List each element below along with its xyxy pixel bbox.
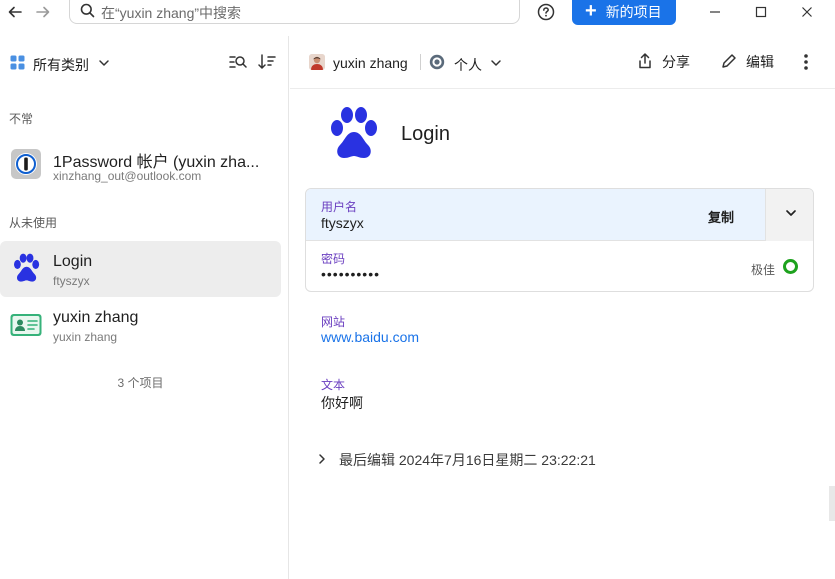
- credentials-box: 用户名 ftyszyx 复制 密码 •••••••••• 极佳: [305, 188, 814, 292]
- notes-value: 你好啊: [321, 395, 363, 411]
- username-row[interactable]: 用户名 ftyszyx 复制: [306, 189, 813, 241]
- password-strength-label: 极佳: [751, 263, 776, 277]
- vault-selector[interactable]: 个人: [454, 55, 482, 75]
- password-label: 密码: [321, 252, 346, 266]
- search-icon: [80, 3, 95, 23]
- pencil-icon: [721, 53, 737, 72]
- baidu-paw-icon: [330, 106, 378, 162]
- list-item-subtitle: yuxin zhang: [53, 330, 118, 344]
- avatar: [309, 54, 325, 70]
- chevron-down-icon[interactable]: [98, 56, 110, 74]
- item-detail-panel: yuxin zhang 个人 分享 编辑 Login 用户名 ftyszyx 复…: [290, 36, 835, 579]
- list-item-subtitle: xinzhang_out@outlook.com: [53, 169, 202, 183]
- password-row[interactable]: 密码 •••••••••• 极佳: [306, 241, 813, 291]
- list-item-subtitle: ftyszyx: [53, 274, 90, 288]
- app-window: 在“yuxin zhang”中搜索 + 新的项目 所有类别 不常 1Passwo…: [0, 0, 835, 579]
- owner-name[interactable]: yuxin zhang: [333, 55, 408, 71]
- username-value[interactable]: ftyszyx: [321, 215, 364, 231]
- edit-label: 编辑: [746, 54, 774, 70]
- vault-icon: [429, 54, 445, 75]
- new-item-button[interactable]: + 新的项目: [572, 0, 676, 25]
- help-icon[interactable]: [536, 2, 556, 22]
- filter-search-icon[interactable]: [229, 54, 247, 75]
- last-edited-text: 最后编辑 2024年7月16日星期二 23:22:21: [339, 452, 596, 468]
- chevron-down-icon[interactable]: [490, 56, 502, 74]
- list-item-title: yuxin zhang: [53, 309, 139, 326]
- scrollbar[interactable]: [829, 486, 835, 521]
- top-bar: 在“yuxin zhang”中搜索 + 新的项目: [0, 0, 835, 25]
- item-title: Login: [401, 123, 450, 145]
- list-item[interactable]: 1Password 帐户 (yuxin zha... xinzhang_out@…: [0, 136, 281, 192]
- username-expand-button[interactable]: [765, 189, 813, 241]
- grid-icon[interactable]: [10, 55, 25, 75]
- list-item[interactable]: yuxin zhang yuxin zhang: [0, 297, 281, 353]
- minimize-icon[interactable]: [704, 2, 726, 22]
- copy-button[interactable]: 复制: [708, 207, 734, 226]
- sort-icon[interactable]: [258, 54, 276, 75]
- sidebar: 所有类别 不常 1Password 帐户 (yuxin zha... xinzh…: [0, 36, 289, 579]
- notes-label: 文本: [321, 378, 346, 392]
- share-label: 分享: [662, 54, 690, 70]
- search-input[interactable]: 在“yuxin zhang”中搜索: [69, 0, 520, 24]
- new-item-label: 新的项目: [605, 4, 662, 20]
- edit-button[interactable]: 编辑: [721, 52, 774, 72]
- section-label-infrequent: 不常: [9, 112, 34, 126]
- sidebar-header: 所有类别: [0, 36, 289, 89]
- website-label: 网站: [321, 315, 346, 329]
- share-icon: [637, 52, 653, 72]
- 1password-icon: [10, 148, 42, 180]
- list-item[interactable]: Login ftyszyx: [0, 241, 281, 297]
- detail-header: yuxin zhang 个人 分享 编辑: [290, 36, 835, 89]
- maximize-icon[interactable]: [750, 2, 772, 22]
- more-options-icon[interactable]: [803, 53, 809, 76]
- plus-icon: +: [585, 0, 597, 22]
- identity-card-icon: [10, 309, 42, 341]
- baidu-paw-icon: [10, 253, 42, 285]
- chevron-right-icon: [317, 452, 327, 468]
- header-divider: [420, 54, 421, 70]
- password-value[interactable]: ••••••••••: [321, 266, 380, 282]
- website-link[interactable]: www.baidu.com: [321, 329, 419, 345]
- search-placeholder: 在“yuxin zhang”中搜索: [101, 4, 242, 21]
- strength-ring-icon: [783, 259, 798, 274]
- close-icon[interactable]: [796, 2, 818, 22]
- list-item-title: Login: [53, 253, 93, 270]
- back-arrow-icon[interactable]: [5, 2, 25, 22]
- item-count: 3 个项目: [117, 376, 164, 390]
- last-edited-toggle[interactable]: 最后编辑 2024年7月16日星期二 23:22:21: [317, 450, 596, 470]
- chevron-down-icon: [785, 206, 797, 224]
- share-button[interactable]: 分享: [637, 52, 690, 72]
- forward-arrow-icon[interactable]: [33, 2, 53, 22]
- section-label-never-used: 从未使用: [9, 216, 58, 230]
- username-label: 用户名: [321, 200, 358, 214]
- category-selector[interactable]: 所有类别: [33, 55, 89, 75]
